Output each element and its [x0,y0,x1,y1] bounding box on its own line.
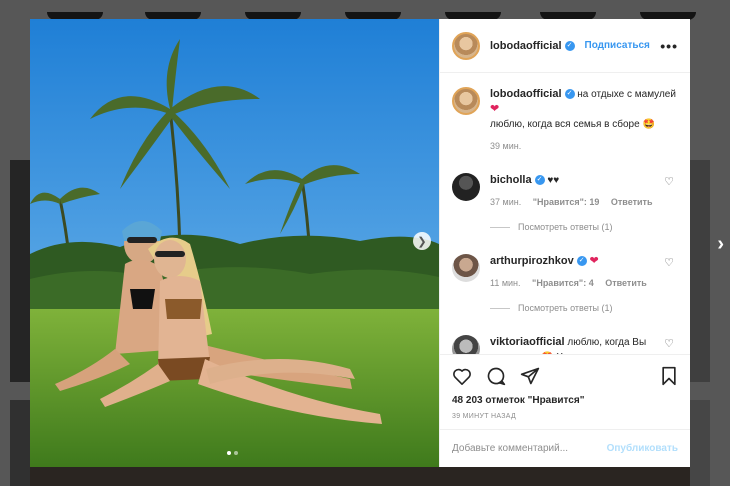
comment-text: ♥♥ [547,175,560,186]
comment-item: viktoriaofficial люблю, когда Вы отдыхае… [452,335,678,354]
likes-count[interactable]: 48 203 отметок "Нравится" [452,395,678,406]
post-header: lobodaofficial ✓ Подписаться ••• [440,19,690,73]
comment-text: ❤ [589,255,599,267]
view-replies-button[interactable]: Посмотреть ответы (1) [490,222,678,232]
add-comment-bar: Добавьте комментарий... Опубликовать [440,429,690,467]
chevron-right-icon[interactable]: › [717,233,724,256]
follow-button[interactable]: Подписаться [585,40,650,51]
action-icons [452,363,678,389]
commenter-avatar[interactable] [452,254,480,282]
carousel-dot [234,451,238,455]
caption-username[interactable]: lobodaofficial [490,88,562,100]
reply-button[interactable]: Ответить [611,197,653,207]
author-avatar[interactable] [452,31,480,60]
verified-badge-icon: ✓ [564,89,575,100]
like-small-icon[interactable]: ♡ [664,337,674,350]
comment-meta: 37 мин. "Нравится": 19 Ответить [490,197,661,207]
comment-likes[interactable]: "Нравится": 4 [532,278,594,288]
comment-likes[interactable]: "Нравится": 19 [533,197,600,207]
post-photo: ❯ [30,19,439,467]
heart-icon[interactable] [452,367,472,385]
comments-list[interactable]: lobodaofficial ✓ на отдыхе с мамулей ❤ лю… [440,73,690,354]
comment-meta: 11 мин. "Нравится": 4 Ответить [490,278,656,288]
caption-meta: 39 мин. [490,141,678,151]
author-avatar[interactable] [452,87,480,115]
verified-badge-icon: ✓ [576,256,587,267]
author-username[interactable]: lobodaofficial [490,40,562,52]
carousel-dot-active [227,451,231,455]
comment-item: arthurpirozhkov ✓ ❤ 11 мин. "Нравится": 4… [452,254,678,288]
view-replies-button[interactable]: Посмотреть ответы (1) [490,303,678,313]
beach-photo-illustration [30,19,439,467]
post-actions: 48 203 отметок "Нравится" 39 МИНУТ НАЗАД [440,354,690,420]
like-small-icon[interactable]: ♡ [664,256,674,269]
commenter-username[interactable]: arthurpirozhkov [490,255,574,267]
comment-time[interactable]: 11 мин. [490,278,521,288]
commenter-avatar[interactable] [452,335,480,354]
bookmark-icon[interactable] [660,366,678,386]
publish-button[interactable]: Опубликовать [607,443,678,454]
like-small-icon[interactable]: ♡ [664,175,674,188]
commenter-username[interactable]: viktoriaofficial [490,336,565,348]
caption-line-1: на отдыхе с мамулей [577,89,676,100]
star-struck-emoji: 🤩 [642,119,655,130]
commenter-avatar[interactable] [452,173,480,201]
more-options-icon[interactable]: ••• [660,38,678,54]
post-sidebar: lobodaofficial ✓ Подписаться ••• lobodao… [439,19,690,467]
red-heart-emoji: ❤ [490,103,500,115]
comment-item: bicholla ✓ ♥♥ 37 мин. "Нравится": 19 Отве… [452,173,678,207]
verified-badge-icon: ✓ [534,175,545,186]
comment-icon[interactable] [486,366,506,386]
carousel-dots [227,451,238,455]
verified-badge-icon: ✓ [564,40,575,51]
reply-button[interactable]: Ответить [605,278,647,288]
post-modal: ❯ lobodaofficial ✓ Подписаться ••• lobod… [30,19,690,467]
caption-time: 39 мин. [490,141,522,151]
share-icon[interactable] [520,366,540,386]
comment-time[interactable]: 37 мин. [490,197,521,207]
caption-text: lobodaofficial ✓ на отдыхе с мамулей ❤ лю… [490,87,678,132]
commenter-username[interactable]: bicholla [490,174,532,186]
post-caption: lobodaofficial ✓ на отдыхе с мамулей ❤ лю… [452,73,678,151]
carousel-next-button[interactable]: ❯ [413,232,431,250]
comment-input[interactable]: Добавьте комментарий... [452,443,607,454]
caption-line-2: люблю, когда вся семья в сборе [490,119,640,130]
posted-time: 39 МИНУТ НАЗАД [452,413,517,420]
